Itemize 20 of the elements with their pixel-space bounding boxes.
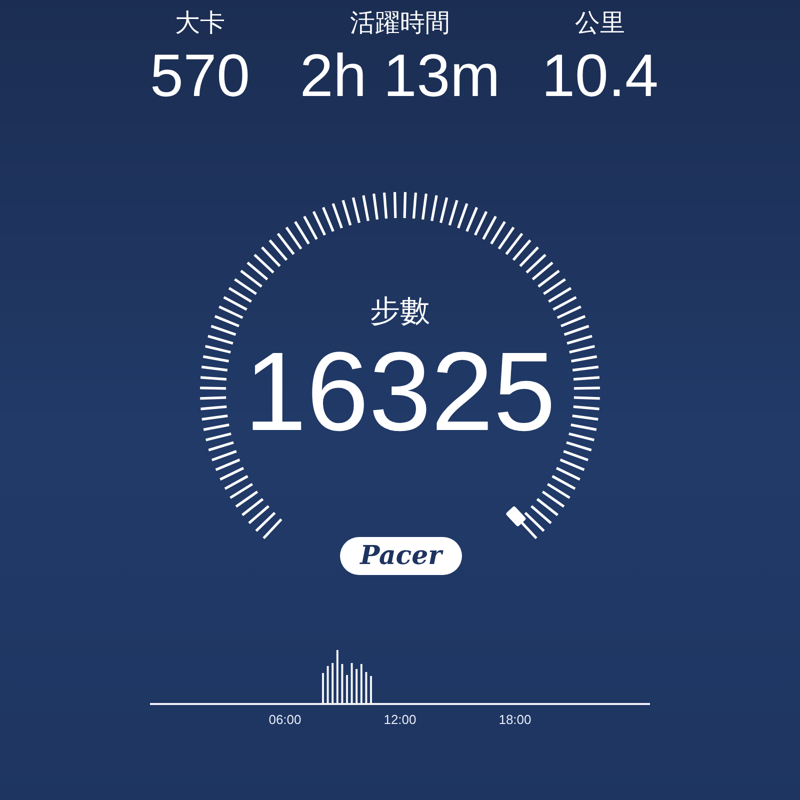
activity-bar <box>336 650 338 703</box>
time-label: 06:00 <box>268 712 302 727</box>
activity-bar <box>332 663 334 703</box>
logo: Pacer <box>340 537 462 575</box>
steps-count: 16325 <box>243 332 557 452</box>
stat-label: 活躍時間 <box>350 8 450 39</box>
stat-label: 公里 <box>575 8 625 39</box>
time-label: 18:00 <box>498 712 532 727</box>
activity-bar <box>360 664 362 703</box>
stat-label: 大卡 <box>174 8 225 39</box>
activity-bar <box>365 672 368 703</box>
activity-bar <box>326 666 329 703</box>
stat-value: 2h 13m <box>300 41 500 111</box>
time-label: 12:00 <box>382 712 418 727</box>
stat-value: 570 <box>150 41 250 111</box>
activity-bar <box>350 663 353 703</box>
activity-bar <box>356 669 358 703</box>
stat-value: 10.4 <box>542 41 658 111</box>
steps-label: 步數 <box>369 294 431 330</box>
activity-bar <box>341 664 344 703</box>
